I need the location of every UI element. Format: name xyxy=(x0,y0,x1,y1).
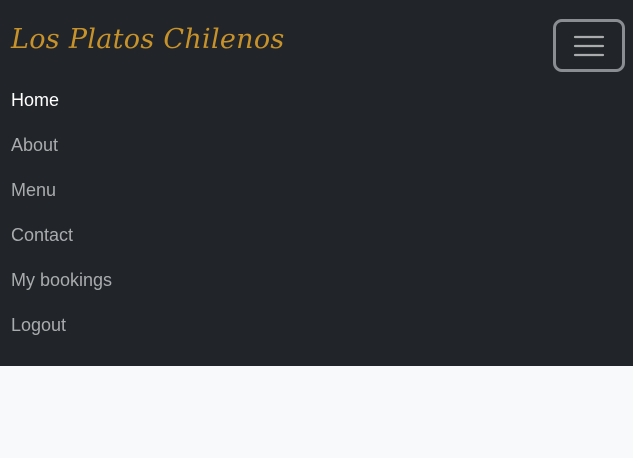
brand-logo[interactable]: Los Platos Chilenos xyxy=(11,24,285,55)
hamburger-menu-icon xyxy=(573,35,605,57)
navbar: Los Platos Chilenos Home About Menu Cont… xyxy=(0,0,633,366)
nav-item-logout: Logout xyxy=(0,303,112,348)
nav-link-home[interactable]: Home xyxy=(0,78,112,123)
nav-link-contact[interactable]: Contact xyxy=(0,213,112,258)
nav-item-my-bookings: My bookings xyxy=(0,258,112,303)
nav-menu: Home About Menu Contact My bookings Logo… xyxy=(0,78,112,348)
nav-link-about[interactable]: About xyxy=(0,123,112,168)
nav-link-my-bookings[interactable]: My bookings xyxy=(0,258,112,303)
navbar-toggler-button[interactable] xyxy=(553,19,625,72)
nav-link-logout[interactable]: Logout xyxy=(0,303,112,348)
nav-item-contact: Contact xyxy=(0,213,112,258)
nav-link-menu[interactable]: Menu xyxy=(0,168,112,213)
nav-item-home: Home xyxy=(0,78,112,123)
nav-item-about: About xyxy=(0,123,112,168)
nav-item-menu: Menu xyxy=(0,168,112,213)
